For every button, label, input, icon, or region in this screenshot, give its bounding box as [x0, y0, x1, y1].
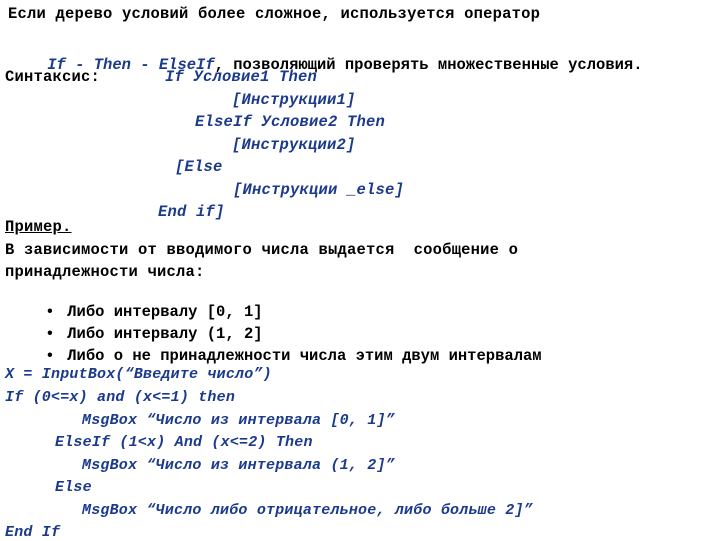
code-line-if: If (0<=x) and (x<=1) then: [5, 389, 236, 406]
code-line-elseif: ElseIf (1<x) And (x<=2) Then: [55, 434, 313, 451]
syntax-line-instructions-else: [Инструкции _else]: [233, 181, 405, 199]
slide-canvas: Если дерево условий более сложное, испол…: [0, 0, 720, 541]
example-description-line-2: принадлежности числа:: [5, 263, 205, 281]
code-line-endif: End If: [5, 524, 61, 541]
syntax-line-endif: End if]: [158, 203, 225, 221]
code-line-msgbox-1: MsgBox “Число из интервала [0, 1]”: [82, 412, 395, 429]
intro-line-1: Если дерево условий более сложное, испол…: [8, 5, 541, 23]
intro-line-2: If - Then - ElseIf, позволяющий проверят…: [10, 38, 642, 92]
code-line-inputbox: X = InputBox(“Введите число”): [5, 366, 272, 383]
code-line-msgbox-2: MsgBox “Число из интервала (1, 2]”: [82, 457, 395, 474]
syntax-line-if: If Условие1 Then: [165, 68, 318, 86]
syntax-line-else: [Else: [175, 158, 223, 176]
syntax-line-instructions1: [Инструкции1]: [232, 91, 356, 109]
code-line-msgbox-3: MsgBox “Число либо отрицательное, либо б…: [82, 502, 533, 519]
list-item-label: Либо о не принадлежности числа этим двум…: [67, 347, 542, 365]
example-description-line-1: В зависимости от вводимого числа выдаетс…: [5, 241, 519, 259]
code-line-else: Else: [55, 479, 92, 496]
syntax-label: Синтаксис:: [5, 68, 101, 86]
bullet-icon: •: [45, 347, 55, 365]
syntax-line-elseif: ElseIf Условие2 Then: [195, 113, 386, 131]
syntax-line-instructions2: [Инструкции2]: [232, 136, 356, 154]
example-heading: Пример.: [5, 218, 72, 236]
